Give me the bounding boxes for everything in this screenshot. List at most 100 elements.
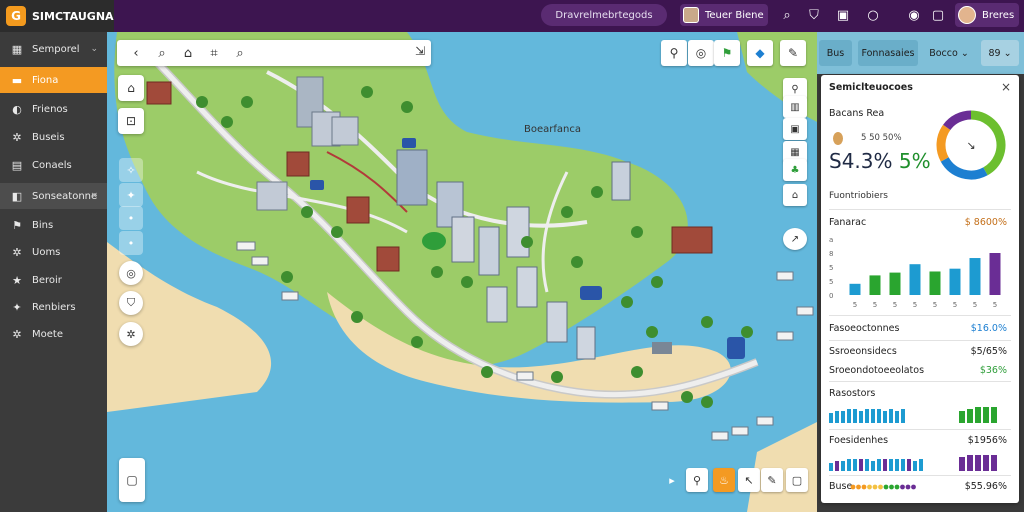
pin-icon[interactable]: ⚲ xyxy=(686,468,708,492)
pin-icon[interactable]: ⚲ xyxy=(661,40,687,66)
map-illustration xyxy=(107,32,817,512)
flag-icon[interactable]: ⚑ xyxy=(714,40,740,66)
sidebar-item-semporel[interactable]: ▦ Semporel ⌄ xyxy=(0,36,107,62)
tab-bocco[interactable]: Bocco ⌄ xyxy=(923,40,975,66)
tab-bus[interactable]: Bus xyxy=(819,40,852,66)
camera-icon[interactable]: ▣ xyxy=(783,118,807,140)
tab-label: 89 xyxy=(988,47,1001,59)
circle-icon[interactable]: ○ xyxy=(864,6,882,24)
mini-bar xyxy=(859,459,863,471)
zoom-control[interactable]: ▢ xyxy=(119,458,145,502)
bar xyxy=(929,271,941,295)
map-canvas[interactable]: Boearfanca xyxy=(107,32,817,512)
y-tick-label: 5 xyxy=(829,264,833,272)
brand[interactable]: G SIMCTAUGNA xyxy=(0,0,114,32)
target-icon[interactable]: ◎ xyxy=(688,40,714,66)
cursor-icon[interactable]: ↖ xyxy=(738,468,760,492)
mini-bar xyxy=(895,411,899,423)
dot xyxy=(900,484,905,490)
mini-bar xyxy=(991,407,997,423)
divider xyxy=(829,429,1011,430)
close-icon[interactable]: × xyxy=(1001,80,1011,94)
layers-icon[interactable]: ▥ xyxy=(783,96,807,118)
home-icon[interactable]: ⌂ xyxy=(783,184,807,206)
drop-icon[interactable]: ◆ xyxy=(747,40,773,66)
sparkle-icon[interactable]: ✦ xyxy=(119,183,143,207)
tab-fonnasaies[interactable]: Fonnasaies xyxy=(858,40,918,66)
mini-bar xyxy=(967,455,973,471)
compass-icon[interactable]: ◉ xyxy=(905,6,923,24)
profile-menu[interactable]: Breres xyxy=(955,3,1019,27)
app-title: SIMCTAUGNA xyxy=(32,9,114,23)
pin-icon[interactable]: • xyxy=(119,206,143,230)
sidebar-item-frienos[interactable]: ◐ Frienos xyxy=(0,96,107,122)
donut-chart: ↘ xyxy=(936,110,1006,180)
pin-icon[interactable]: • xyxy=(119,231,143,255)
mini-bar xyxy=(829,413,833,423)
sidebar-item-label: Semporel xyxy=(32,43,80,55)
gear-icon: ✲ xyxy=(12,130,22,144)
ruler-icon[interactable]: ✎ xyxy=(780,40,806,66)
home-icon[interactable]: ⌂ xyxy=(175,42,201,64)
fire-icon[interactable]: ♨ xyxy=(713,468,735,492)
layer-icon[interactable]: ✧ xyxy=(119,158,143,182)
sidebar-item-buseis[interactable]: ✲ Buseis xyxy=(0,124,107,150)
mini-bar xyxy=(919,459,923,471)
row-value: $55.96% xyxy=(964,481,1007,492)
search-icon[interactable]: ⌕ xyxy=(778,6,796,24)
panel-title: Semiclteuocoes xyxy=(829,82,913,93)
calendar-icon[interactable]: ▣ xyxy=(834,6,852,24)
sidebar-item-conaels[interactable]: ▤ Conaels xyxy=(0,152,107,178)
divider xyxy=(829,209,1011,210)
sidebar-item-bins[interactable]: ⚑ Bins xyxy=(0,212,107,238)
settings-icon[interactable]: ✲ xyxy=(119,322,143,346)
mini-bar xyxy=(913,461,917,471)
user-switcher[interactable]: Teuer Biene xyxy=(680,4,768,26)
target-icon[interactable]: ◎ xyxy=(119,261,143,285)
sidebar-item-label: Fiona xyxy=(32,74,59,86)
map-search-toolbar: ‹ ⌕ ⌂ ⌗ ⌕ ⇲ xyxy=(117,40,431,66)
shield-icon[interactable]: ⛉ xyxy=(119,291,143,315)
x-tick-label: 5 xyxy=(873,301,877,309)
place-label: Boearfanca xyxy=(524,124,581,135)
user-name: Teuer Biene xyxy=(705,9,764,21)
bar-chart: a 8 5 5 0 5 5 5 5 5 5 5 5 xyxy=(829,236,1001,309)
close-icon[interactable]: × xyxy=(90,191,98,201)
row-label: Rasostors xyxy=(829,388,876,399)
sidebar-item-beroir[interactable]: ★ Beroir xyxy=(0,267,107,293)
top-bar: G SIMCTAUGNA Dravrelmebrtegods Teuer Bie… xyxy=(0,0,1024,32)
sidebar-item-renbiers[interactable]: ✦ Renbiers xyxy=(0,294,107,320)
sidebar-item-label: Uoms xyxy=(32,246,61,258)
bookmark-icon[interactable]: ⛉ xyxy=(805,6,823,24)
window-icon[interactable]: ▢ xyxy=(786,468,808,492)
dot xyxy=(872,484,878,490)
stats-panel: Semiclteuocoes × Bacans Rea 5 50 50% S4.… xyxy=(821,75,1019,503)
leaf-icon[interactable]: ♣ xyxy=(783,159,807,181)
sidebar-item-sonseatonne[interactable]: ◧ Sonseatonne × xyxy=(0,183,107,209)
y-tick-label: 8 xyxy=(829,250,833,258)
sidebar-item-uoms[interactable]: ✲ Uoms xyxy=(0,239,107,265)
mini-bar xyxy=(907,459,911,471)
search-icon[interactable]: ⌕ xyxy=(149,42,175,64)
sidebar-item-fiona[interactable]: ▬ Fiona xyxy=(0,67,107,93)
list-icon: ▤ xyxy=(11,158,23,172)
chevron-down-icon: ⌄ xyxy=(960,47,969,59)
dot xyxy=(850,484,856,490)
pointer-icon[interactable]: ▸ xyxy=(661,468,683,492)
expand-icon[interactable]: ⇲ xyxy=(415,44,425,58)
donut-slice xyxy=(936,124,951,162)
edit-icon[interactable]: ✎ xyxy=(761,468,783,492)
sidebar: ▦ Semporel ⌄ ▬ Fiona ◐ Frienos ✲ Buseis … xyxy=(0,32,107,512)
search-input[interactable]: Dravrelmebrtegods xyxy=(541,4,667,26)
search-icon[interactable]: ⌕ xyxy=(227,42,253,64)
mini-bar xyxy=(983,407,989,423)
back-icon[interactable]: ‹ xyxy=(123,42,149,64)
bookmark-icon[interactable]: ⌗ xyxy=(201,42,227,64)
bar xyxy=(869,275,881,295)
tab-89[interactable]: 89 ⌄ xyxy=(981,40,1019,66)
window-icon[interactable]: ▢ xyxy=(929,6,947,24)
compass-icon[interactable]: ↗ xyxy=(783,228,807,250)
lock-button[interactable]: ⊡ xyxy=(118,108,144,134)
locate-button[interactable]: ⌂ xyxy=(118,75,144,101)
sidebar-item-moete[interactable]: ✲ Moete xyxy=(0,321,107,347)
